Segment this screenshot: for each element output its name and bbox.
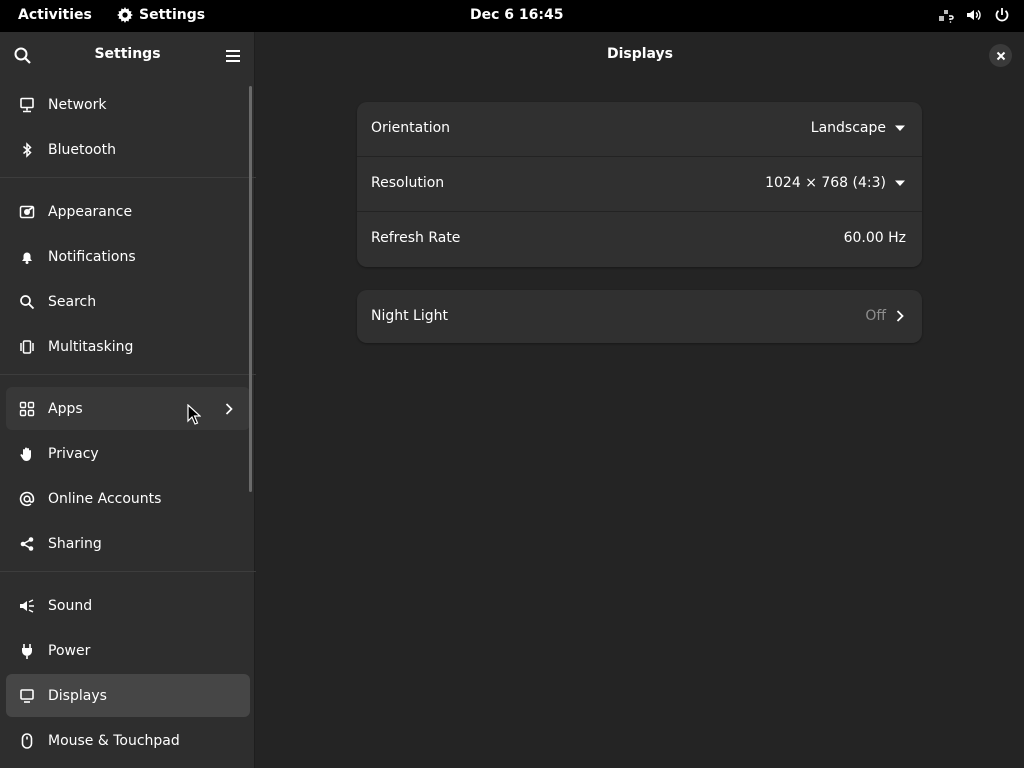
display-settings-card: Orientation Landscape Resolution 1024 × … [357,102,922,267]
orientation-value: Landscape [810,120,886,136]
night-light-label: Night Light [371,308,448,324]
bluetooth-icon [18,141,36,159]
content-header: Displays [256,32,1024,78]
app-menu[interactable]: Settings [117,7,205,23]
night-light-card: Night Light Off [357,290,922,343]
mouse-icon [18,732,36,750]
sidebar-item-notifications[interactable]: Notifications [6,235,250,278]
hamburger-menu-icon [226,50,240,62]
refresh-rate-row: Refresh Rate 60.00 Hz [357,212,922,267]
sidebar-item-appearance[interactable]: Appearance [6,190,250,233]
sidebar-item-online-accounts[interactable]: Online Accounts [6,477,250,520]
sidebar-item-label: Privacy [48,445,99,462]
close-icon [996,51,1005,60]
sidebar-item-label: Mouse & Touchpad [48,732,180,749]
resolution-dropdown[interactable]: 1024 × 768 (4:3) [765,175,906,191]
main-menu-button[interactable] [223,46,243,66]
clock[interactable]: Dec 6 16:45 [470,7,563,23]
app-menu-label: Settings [139,7,206,23]
sidebar-separator [0,571,256,572]
sidebar-list: Network Bluetooth Appearance Notificatio… [0,83,256,764]
sidebar-item-label: Search [48,293,97,310]
sidebar-item-label: Appearance [48,203,133,220]
sidebar-item-sharing[interactable]: Sharing [6,522,250,565]
page-title: Displays [606,46,674,62]
search-icon [18,293,36,311]
apps-grid-icon [18,400,36,418]
top-bar: Activities Settings Dec 6 16:45 [0,0,1024,32]
sidebar-item-label: Online Accounts [48,490,162,507]
sidebar-title: Settings [94,46,161,62]
settings-window: Settings Network Bluetooth Appearance No… [0,32,1024,768]
volume-icon [966,7,982,23]
dropdown-arrow-icon [894,122,906,134]
dropdown-arrow-icon [894,177,906,189]
sidebar-item-label: Displays [48,687,107,704]
mouse-pointer-icon [187,404,201,425]
chevron-right-icon [894,309,906,323]
orientation-row[interactable]: Orientation Landscape [357,102,922,157]
refresh-rate-value: 60.00 Hz [843,230,906,246]
sidebar-item-sound[interactable]: Sound [6,584,250,627]
sidebar-scrollbar[interactable] [249,86,252,492]
sidebar-item-label: Bluetooth [48,141,116,158]
orientation-label: Orientation [371,120,451,136]
refresh-rate-label: Refresh Rate [371,230,461,246]
sidebar-item-multitasking[interactable]: Multitasking [6,325,250,368]
resolution-value: 1024 × 768 (4:3) [765,175,886,191]
sidebar-separator [0,177,256,178]
power-icon [994,7,1010,23]
sidebar-item-label: Sound [48,597,93,614]
sidebar-header: Settings [0,32,255,78]
sidebar-item-network[interactable]: Network [6,83,250,126]
sidebar-separator [0,374,256,375]
orientation-dropdown[interactable]: Landscape [811,120,906,136]
gear-icon [117,7,133,23]
night-light-value: Off [865,308,886,324]
sidebar: Settings Network Bluetooth Appearance No… [0,32,256,768]
chevron-right-icon [222,402,236,416]
night-light-status: Off [865,308,906,324]
sidebar-item-label: Apps [48,400,83,417]
sidebar-item-label: Network [48,96,107,113]
sidebar-item-label: Sharing [48,535,102,552]
sidebar-item-label: Notifications [48,248,136,265]
sidebar-item-apps[interactable]: Apps [6,387,250,430]
close-button[interactable] [989,44,1012,67]
sidebar-item-search[interactable]: Search [6,280,250,323]
resolution-label: Resolution [371,175,445,191]
sidebar-item-label: Multitasking [48,338,134,355]
share-icon [18,535,36,553]
system-tray[interactable] [938,7,1010,23]
hand-icon [18,445,36,463]
resolution-row[interactable]: Resolution 1024 × 768 (4:3) [357,157,922,212]
sidebar-item-mouse-touchpad[interactable]: Mouse & Touchpad [6,719,250,762]
bell-icon [18,248,36,266]
appearance-icon [18,203,36,221]
at-sign-icon [18,490,36,508]
network-question-icon [938,7,954,23]
content-pane: Displays Orientation Landscape Resolutio… [256,32,1024,768]
monitor-icon [18,687,36,705]
sidebar-item-power[interactable]: Power [6,629,250,672]
plug-icon [18,642,36,660]
sidebar-item-bluetooth[interactable]: Bluetooth [6,128,250,171]
sidebar-item-displays[interactable]: Displays [6,674,250,717]
night-light-row[interactable]: Night Light Off [357,290,922,343]
multitasking-icon [18,338,36,356]
activities-button[interactable]: Activities [18,7,92,23]
network-icon [18,96,36,114]
sidebar-item-privacy[interactable]: Privacy [6,432,250,475]
sidebar-item-label: Power [48,642,91,659]
speaker-icon [18,597,36,615]
